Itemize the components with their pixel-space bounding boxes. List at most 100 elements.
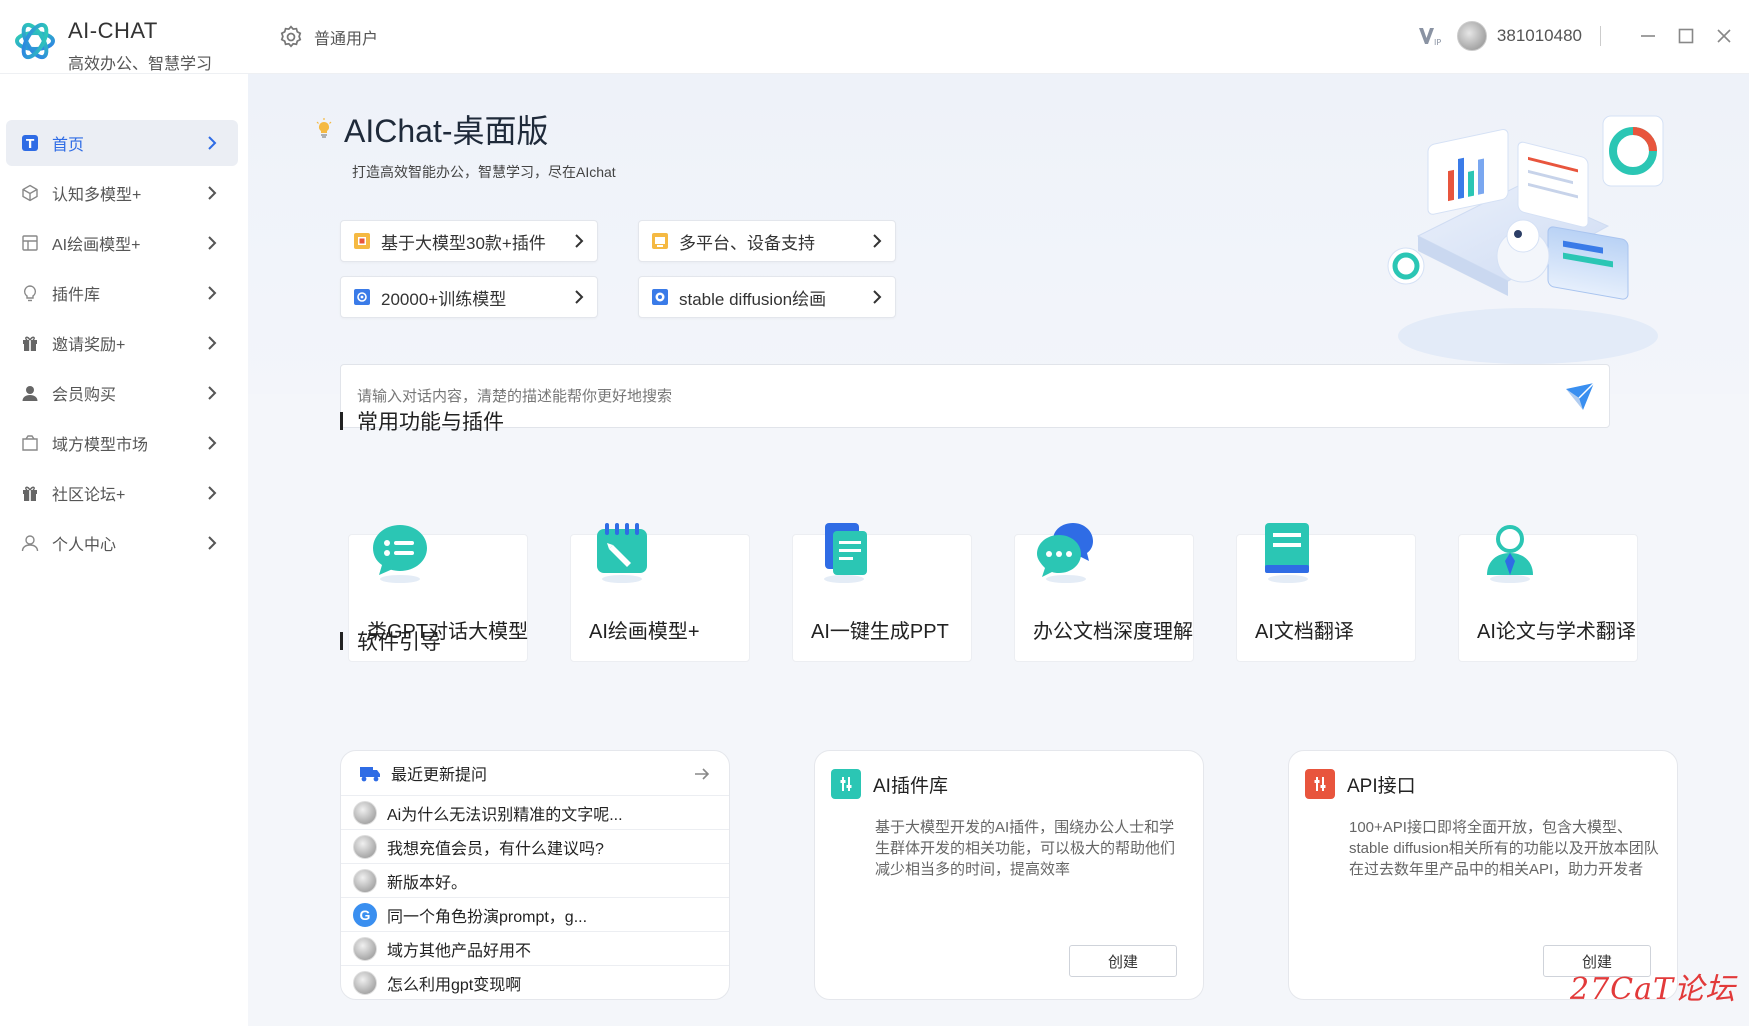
window-controls: IP 381010480 bbox=[1417, 18, 1735, 54]
avatar bbox=[353, 970, 377, 995]
recent-questions-title: 最近更新提问 bbox=[391, 767, 488, 784]
conversation-icon bbox=[1037, 523, 1093, 583]
api-description: 100+API接口即将全面开放，包含大模型、stable diffusion相关… bbox=[1349, 819, 1659, 878]
minimize-button[interactable] bbox=[1637, 25, 1659, 47]
user-icon bbox=[20, 383, 40, 403]
tool-card-ppt[interactable]: AI一键生成PPT bbox=[792, 523, 972, 662]
tool-card-doc-translate[interactable]: AI文档翻译 bbox=[1236, 523, 1416, 662]
sidebar-item-invite-rewards[interactable]: 邀请奖励+ bbox=[6, 320, 238, 366]
avatar bbox=[353, 868, 377, 893]
tool-card-label: AI文档翻译 bbox=[1255, 621, 1354, 643]
maximize-button[interactable] bbox=[1675, 25, 1697, 47]
section-bar bbox=[340, 412, 343, 430]
minimize-icon bbox=[1641, 35, 1655, 37]
gift-icon bbox=[20, 333, 40, 353]
bulb-icon bbox=[20, 283, 40, 303]
chevron-right-icon bbox=[575, 290, 584, 304]
sliders-icon bbox=[1305, 769, 1335, 799]
chevron-right-icon bbox=[575, 234, 584, 248]
hero-illustration bbox=[1387, 115, 1664, 364]
page-title: AIChat-桌面版 bbox=[344, 113, 549, 149]
chevron-right-icon bbox=[873, 290, 882, 304]
feature-button-plugins[interactable]: 基于大模型30款+插件 bbox=[340, 220, 598, 262]
sidebar-item-home[interactable]: T 首页 bbox=[6, 120, 238, 166]
truck-icon bbox=[360, 767, 380, 782]
maximize-icon bbox=[1678, 28, 1694, 44]
sidebar-item-label: 插件库 bbox=[52, 287, 101, 304]
document-icon bbox=[824, 523, 867, 583]
feature-label: 基于大模型30款+插件 bbox=[381, 233, 546, 253]
sidebar-item-label: 社区论坛+ bbox=[52, 487, 126, 504]
send-icon[interactable] bbox=[1563, 379, 1597, 413]
hero-subtitle: 打造高效智能办公，智慧学习，尽在AIchat bbox=[352, 164, 616, 180]
sidebar-item-label: 会员购买 bbox=[52, 387, 117, 404]
plugin-box-icon bbox=[354, 233, 370, 249]
user-avatar[interactable] bbox=[1456, 21, 1487, 51]
sidebar-item-plugins[interactable]: 插件库 bbox=[6, 270, 238, 316]
hero-title-group: AIChat-桌面版 bbox=[314, 106, 549, 152]
section-title-text: 软件引导 bbox=[357, 631, 441, 654]
sidebar-item-community[interactable]: 社区论坛+ bbox=[6, 470, 238, 516]
sidebar-item-label: 认知多模型+ bbox=[52, 187, 142, 204]
chevron-right-icon bbox=[208, 436, 217, 450]
sidebar-item-model-market[interactable]: 域方模型市场 bbox=[6, 420, 238, 466]
section-title-tools: 常用功能与插件 bbox=[340, 406, 504, 436]
chevron-right-icon bbox=[208, 236, 217, 250]
list-item-text: Ai为什么无法识别精准的文字呢... bbox=[387, 806, 623, 824]
ai-plugins-description: 基于大模型开发的AI插件，围绕办公人士和学生群体开发的相关功能，可以极大的帮助他… bbox=[875, 819, 1176, 878]
tool-card-label: 办公文档深度理解 bbox=[1033, 621, 1193, 643]
user-role-settings[interactable]: 普通用户 bbox=[278, 24, 378, 50]
lightbulb-icon bbox=[316, 118, 332, 138]
list-item[interactable]: 我想充值会员，有什么建议吗? bbox=[341, 829, 729, 863]
scholar-icon bbox=[1487, 525, 1533, 583]
chat-search-box bbox=[340, 364, 1610, 428]
svg-text:IP: IP bbox=[1434, 38, 1441, 47]
list-item[interactable]: Ai为什么无法识别精准的文字呢... bbox=[341, 795, 729, 829]
feature-button-training-models[interactable]: 20000+训练模型 bbox=[340, 276, 598, 318]
user-id[interactable]: 381010480 bbox=[1497, 26, 1582, 46]
feature-button-stable-diffusion[interactable]: stable diffusion绘画 bbox=[638, 276, 896, 318]
tool-card-doc-understanding[interactable]: 办公文档深度理解 bbox=[1014, 523, 1194, 662]
chat-input[interactable] bbox=[357, 365, 1517, 427]
app-tagline: 高效办公、智慧学习 bbox=[68, 56, 213, 73]
api-title: API接口 bbox=[1347, 775, 1416, 797]
list-item[interactable]: 新版本好。 bbox=[341, 863, 729, 897]
tool-card-label: AI一键生成PPT bbox=[811, 621, 949, 643]
ai-plugins-title-group: AI插件库 bbox=[831, 769, 948, 799]
sidebar-item-label: 首页 bbox=[52, 137, 85, 154]
list-item[interactable]: 怎么利用gpt变现啊 bbox=[341, 965, 729, 999]
divider bbox=[1600, 26, 1601, 46]
sidebar-item-ai-painting[interactable]: AI绘画模型+ bbox=[6, 220, 238, 266]
book-icon bbox=[1265, 523, 1309, 583]
chevron-right-icon bbox=[208, 486, 217, 500]
vip-icon[interactable]: IP bbox=[1417, 23, 1443, 49]
main-content: AIChat-桌面版 打造高效智能办公，智慧学习，尽在AIchat 基于大模型3… bbox=[248, 74, 1749, 1026]
tool-card-paper-translate[interactable]: AI论文与学术翻译 bbox=[1458, 525, 1638, 662]
list-item[interactable]: 域方其他产品好用不 bbox=[341, 931, 729, 965]
create-plugin-button[interactable]: 创建 bbox=[1069, 945, 1177, 977]
list-item-text: 域方其他产品好用不 bbox=[387, 942, 532, 960]
sidebar-item-cognitive-models[interactable]: 认知多模型+ bbox=[6, 170, 238, 216]
recent-questions-header: 最近更新提问 bbox=[359, 761, 487, 785]
watermark: 27CaT论坛 bbox=[1570, 972, 1737, 1007]
top-bar: AI-CHAT 高效办公、智慧学习 普通用户 IP 381010480 bbox=[0, 0, 1749, 74]
sliders-icon bbox=[831, 769, 861, 799]
section-title-guide: 软件引导 bbox=[340, 626, 441, 656]
sidebar-item-label: AI绘画模型+ bbox=[52, 237, 141, 254]
sidebar-item-membership[interactable]: 会员购买 bbox=[6, 370, 238, 416]
ai-plugins-title: AI插件库 bbox=[873, 775, 948, 797]
user-role-label: 普通用户 bbox=[314, 31, 379, 48]
api-card: API接口 100+API接口即将全面开放，包含大模型、stable diffu… bbox=[1288, 750, 1678, 1000]
feature-button-multiplatform[interactable]: 多平台、设备支持 bbox=[638, 220, 896, 262]
sidebar-item-profile[interactable]: 个人中心 bbox=[6, 520, 238, 566]
close-button[interactable] bbox=[1713, 25, 1735, 47]
chat-bubble-icon bbox=[373, 525, 427, 583]
list-item[interactable]: G 同一个角色扮演prompt，g... bbox=[341, 897, 729, 931]
sidebar-item-label: 域方模型市场 bbox=[52, 437, 149, 454]
list-item-text: 新版本好。 bbox=[387, 874, 468, 892]
tool-card-ai-painting[interactable]: AI绘画模型+ bbox=[570, 523, 750, 662]
arrow-right-icon[interactable] bbox=[693, 765, 711, 783]
avatar: G bbox=[353, 902, 377, 927]
tool-card-label: AI论文与学术翻译 bbox=[1477, 621, 1636, 643]
gear-icon bbox=[280, 25, 302, 48]
